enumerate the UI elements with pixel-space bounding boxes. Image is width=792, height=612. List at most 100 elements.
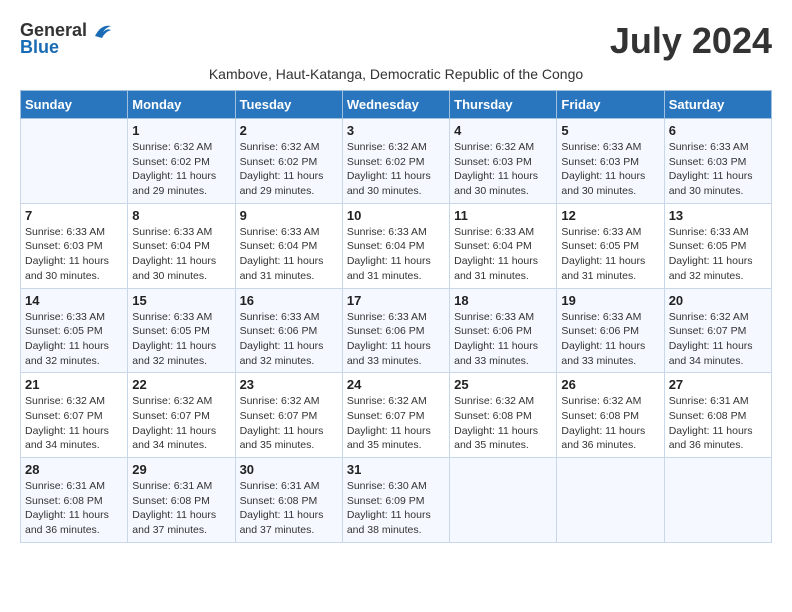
calendar-cell: 5 Sunrise: 6:33 AM Sunset: 6:03 PM Daylig… bbox=[557, 119, 664, 204]
day-number: 7 bbox=[25, 208, 123, 223]
calendar-cell: 26Sunrise: 6:32 AM Sunset: 6:08 PM Dayli… bbox=[557, 373, 664, 458]
day-info: Sunrise: 6:33 AM Sunset: 6:04 PM Dayligh… bbox=[347, 225, 445, 284]
day-number: 24 bbox=[347, 377, 445, 392]
calendar-cell: 1 Sunrise: 6:32 AM Sunset: 6:02 PM Daylig… bbox=[128, 119, 235, 204]
day-number: 17 bbox=[347, 293, 445, 308]
calendar-cell: 28Sunrise: 6:31 AM Sunset: 6:08 PM Dayli… bbox=[21, 458, 128, 543]
day-number: 9 bbox=[240, 208, 338, 223]
calendar-cell: 30 Sunrise: 6:31 AM Sunset: 6:08 PM Dayli… bbox=[235, 458, 342, 543]
calendar-cell: 22 Sunrise: 6:32 AM Sunset: 6:07 PM Dayli… bbox=[128, 373, 235, 458]
calendar-subtitle: Kambove, Haut-Katanga, Democratic Republ… bbox=[20, 66, 772, 82]
day-info: Sunrise: 6:33 AM Sunset: 6:06 PM Dayligh… bbox=[454, 310, 552, 369]
day-number: 25 bbox=[454, 377, 552, 392]
day-info: Sunrise: 6:32 AM Sunset: 6:07 PM Dayligh… bbox=[669, 310, 767, 369]
day-info: Sunrise: 6:33 AM Sunset: 6:05 PM Dayligh… bbox=[25, 310, 123, 369]
calendar-cell: 2 Sunrise: 6:32 AM Sunset: 6:02 PM Daylig… bbox=[235, 119, 342, 204]
day-info: Sunrise: 6:31 AM Sunset: 6:08 PM Dayligh… bbox=[669, 394, 767, 453]
day-number: 29 bbox=[132, 462, 230, 477]
weekday-header-tuesday: Tuesday bbox=[235, 91, 342, 119]
day-info: Sunrise: 6:31 AM Sunset: 6:08 PM Dayligh… bbox=[132, 479, 230, 538]
day-number: 10 bbox=[347, 208, 445, 223]
calendar-cell bbox=[557, 458, 664, 543]
day-info: Sunrise: 6:32 AM Sunset: 6:07 PM Dayligh… bbox=[25, 394, 123, 453]
day-info: Sunrise: 6:33 AM Sunset: 6:05 PM Dayligh… bbox=[132, 310, 230, 369]
day-number: 8 bbox=[132, 208, 230, 223]
logo-bird-icon bbox=[91, 22, 113, 40]
calendar-cell: 15 Sunrise: 6:33 AM Sunset: 6:05 PM Dayli… bbox=[128, 288, 235, 373]
day-number: 1 bbox=[132, 123, 230, 138]
day-number: 23 bbox=[240, 377, 338, 392]
day-number: 18 bbox=[454, 293, 552, 308]
day-info: Sunrise: 6:32 AM Sunset: 6:08 PM Dayligh… bbox=[561, 394, 659, 453]
day-info: Sunrise: 6:33 AM Sunset: 6:04 PM Dayligh… bbox=[132, 225, 230, 284]
calendar-cell: 17 Sunrise: 6:33 AM Sunset: 6:06 PM Dayli… bbox=[342, 288, 449, 373]
day-info: Sunrise: 6:33 AM Sunset: 6:06 PM Dayligh… bbox=[240, 310, 338, 369]
day-info: Sunrise: 6:32 AM Sunset: 6:07 PM Dayligh… bbox=[132, 394, 230, 453]
day-number: 12 bbox=[561, 208, 659, 223]
day-number: 16 bbox=[240, 293, 338, 308]
day-number: 6 bbox=[669, 123, 767, 138]
calendar-cell: 7 Sunrise: 6:33 AM Sunset: 6:03 PM Daylig… bbox=[21, 203, 128, 288]
calendar-cell bbox=[664, 458, 771, 543]
calendar-cell: 20Sunrise: 6:32 AM Sunset: 6:07 PM Dayli… bbox=[664, 288, 771, 373]
month-title: July 2024 bbox=[610, 20, 772, 62]
page-header: General Blue July 2024 bbox=[20, 20, 772, 62]
day-info: Sunrise: 6:33 AM Sunset: 6:06 PM Dayligh… bbox=[347, 310, 445, 369]
day-number: 28 bbox=[25, 462, 123, 477]
calendar-cell: 19Sunrise: 6:33 AM Sunset: 6:06 PM Dayli… bbox=[557, 288, 664, 373]
weekday-header-row: SundayMondayTuesdayWednesdayThursdayFrid… bbox=[21, 91, 772, 119]
calendar-cell: 29 Sunrise: 6:31 AM Sunset: 6:08 PM Dayli… bbox=[128, 458, 235, 543]
day-info: Sunrise: 6:32 AM Sunset: 6:08 PM Dayligh… bbox=[454, 394, 552, 453]
day-info: Sunrise: 6:32 AM Sunset: 6:02 PM Dayligh… bbox=[132, 140, 230, 199]
calendar-table: SundayMondayTuesdayWednesdayThursdayFrid… bbox=[20, 90, 772, 543]
calendar-week-row: 14Sunrise: 6:33 AM Sunset: 6:05 PM Dayli… bbox=[21, 288, 772, 373]
logo-blue-text: Blue bbox=[20, 37, 59, 58]
calendar-cell bbox=[450, 458, 557, 543]
calendar-cell: 13 Sunrise: 6:33 AM Sunset: 6:05 PM Dayli… bbox=[664, 203, 771, 288]
day-info: Sunrise: 6:33 AM Sunset: 6:04 PM Dayligh… bbox=[240, 225, 338, 284]
day-number: 21 bbox=[25, 377, 123, 392]
day-number: 3 bbox=[347, 123, 445, 138]
day-info: Sunrise: 6:32 AM Sunset: 6:02 PM Dayligh… bbox=[240, 140, 338, 199]
day-info: Sunrise: 6:31 AM Sunset: 6:08 PM Dayligh… bbox=[240, 479, 338, 538]
day-number: 31 bbox=[347, 462, 445, 477]
calendar-cell: 31 Sunrise: 6:30 AM Sunset: 6:09 PM Dayli… bbox=[342, 458, 449, 543]
weekday-header-monday: Monday bbox=[128, 91, 235, 119]
day-info: Sunrise: 6:33 AM Sunset: 6:05 PM Dayligh… bbox=[669, 225, 767, 284]
calendar-cell: 3 Sunrise: 6:32 AM Sunset: 6:02 PM Daylig… bbox=[342, 119, 449, 204]
day-info: Sunrise: 6:32 AM Sunset: 6:07 PM Dayligh… bbox=[347, 394, 445, 453]
calendar-cell: 23 Sunrise: 6:32 AM Sunset: 6:07 PM Dayli… bbox=[235, 373, 342, 458]
calendar-cell: 25 Sunrise: 6:32 AM Sunset: 6:08 PM Dayli… bbox=[450, 373, 557, 458]
calendar-cell: 16 Sunrise: 6:33 AM Sunset: 6:06 PM Dayli… bbox=[235, 288, 342, 373]
day-number: 15 bbox=[132, 293, 230, 308]
day-number: 22 bbox=[132, 377, 230, 392]
day-info: Sunrise: 6:30 AM Sunset: 6:09 PM Dayligh… bbox=[347, 479, 445, 538]
day-number: 4 bbox=[454, 123, 552, 138]
weekday-header-friday: Friday bbox=[557, 91, 664, 119]
day-info: Sunrise: 6:33 AM Sunset: 6:04 PM Dayligh… bbox=[454, 225, 552, 284]
calendar-cell: 6Sunrise: 6:33 AM Sunset: 6:03 PM Daylig… bbox=[664, 119, 771, 204]
weekday-header-sunday: Sunday bbox=[21, 91, 128, 119]
day-info: Sunrise: 6:33 AM Sunset: 6:03 PM Dayligh… bbox=[25, 225, 123, 284]
day-number: 19 bbox=[561, 293, 659, 308]
calendar-cell: 27Sunrise: 6:31 AM Sunset: 6:08 PM Dayli… bbox=[664, 373, 771, 458]
calendar-cell: 4 Sunrise: 6:32 AM Sunset: 6:03 PM Daylig… bbox=[450, 119, 557, 204]
calendar-cell: 11 Sunrise: 6:33 AM Sunset: 6:04 PM Dayli… bbox=[450, 203, 557, 288]
day-number: 2 bbox=[240, 123, 338, 138]
weekday-header-saturday: Saturday bbox=[664, 91, 771, 119]
day-info: Sunrise: 6:32 AM Sunset: 6:03 PM Dayligh… bbox=[454, 140, 552, 199]
weekday-header-wednesday: Wednesday bbox=[342, 91, 449, 119]
logo: General Blue bbox=[20, 20, 113, 58]
calendar-cell: 12Sunrise: 6:33 AM Sunset: 6:05 PM Dayli… bbox=[557, 203, 664, 288]
day-info: Sunrise: 6:33 AM Sunset: 6:03 PM Dayligh… bbox=[561, 140, 659, 199]
day-number: 30 bbox=[240, 462, 338, 477]
day-info: Sunrise: 6:32 AM Sunset: 6:02 PM Dayligh… bbox=[347, 140, 445, 199]
calendar-cell: 9 Sunrise: 6:33 AM Sunset: 6:04 PM Daylig… bbox=[235, 203, 342, 288]
calendar-cell: 14Sunrise: 6:33 AM Sunset: 6:05 PM Dayli… bbox=[21, 288, 128, 373]
day-number: 13 bbox=[669, 208, 767, 223]
calendar-cell bbox=[21, 119, 128, 204]
day-number: 5 bbox=[561, 123, 659, 138]
day-info: Sunrise: 6:32 AM Sunset: 6:07 PM Dayligh… bbox=[240, 394, 338, 453]
day-number: 11 bbox=[454, 208, 552, 223]
calendar-week-row: 28 Sunrise: 6:31 AM Sunset: 6:08 PM Dayli… bbox=[21, 458, 772, 543]
